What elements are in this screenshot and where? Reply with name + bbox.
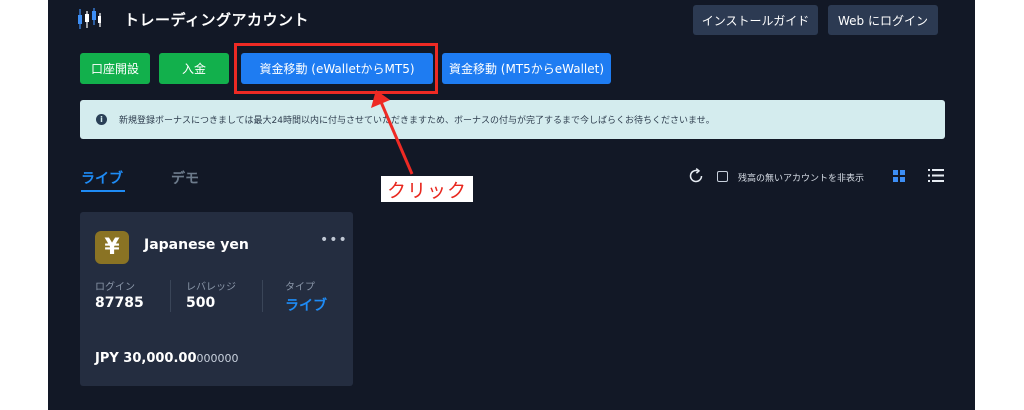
login-label: ログイン: [95, 282, 135, 293]
click-highlight-box: [234, 43, 438, 94]
notice-text: 新規登録ボーナスにつきましては最大24時間以内に付与させていただきますため、ボー…: [119, 116, 715, 126]
leverage-value: 500: [186, 295, 216, 311]
stat-divider: [170, 280, 171, 312]
tab-live[interactable]: ライブ: [81, 168, 123, 188]
hide-empty-accounts-checkbox[interactable]: [717, 171, 728, 182]
deposit-button[interactable]: 入金: [159, 53, 229, 84]
bonus-notice: i 新規登録ボーナスにつきましては最大24時間以内に付与させていただきますため、…: [80, 100, 945, 139]
leverage-label: レバレッジ: [186, 282, 236, 293]
list-view-icon[interactable]: [928, 169, 944, 182]
account-name: Japanese yen: [144, 237, 249, 253]
yen-currency-icon: ¥: [95, 231, 129, 264]
tab-demo[interactable]: デモ: [171, 168, 199, 188]
trading-accounts-app: トレーディングアカウント インストールガイド Web にログイン 口座開設 入金…: [48, 0, 975, 410]
click-annotation-label: クリック: [381, 176, 473, 202]
install-guide-button[interactable]: インストールガイド: [693, 5, 818, 35]
open-account-button[interactable]: 口座開設: [80, 53, 150, 84]
candlestick-logo-icon: [78, 8, 101, 29]
page-title: トレーディングアカウント: [124, 11, 309, 29]
grid-view-icon[interactable]: [893, 170, 905, 182]
account-balance: JPY 30,000.00000000: [95, 351, 239, 366]
active-tab-indicator: [81, 190, 125, 192]
account-card[interactable]: ¥ Japanese yen ••• ログイン 87785 レバレッジ 500 …: [80, 212, 353, 386]
type-value: ライブ: [285, 298, 327, 314]
stat-divider: [262, 280, 263, 312]
balance-fraction: 000000: [196, 352, 239, 365]
login-value: 87785: [95, 295, 144, 311]
more-options-icon[interactable]: •••: [320, 232, 348, 248]
info-icon: i: [96, 114, 107, 125]
refresh-icon[interactable]: [688, 168, 704, 184]
hide-empty-accounts-label: 残高の無いアカウントを非表示: [738, 174, 865, 184]
type-label: タイプ: [285, 282, 315, 293]
transfer-mt5-to-ewallet-button[interactable]: 資金移動 (MT5からeWallet): [442, 53, 611, 84]
web-login-button[interactable]: Web にログイン: [828, 5, 938, 35]
balance-main: JPY 30,000.00: [95, 351, 197, 366]
